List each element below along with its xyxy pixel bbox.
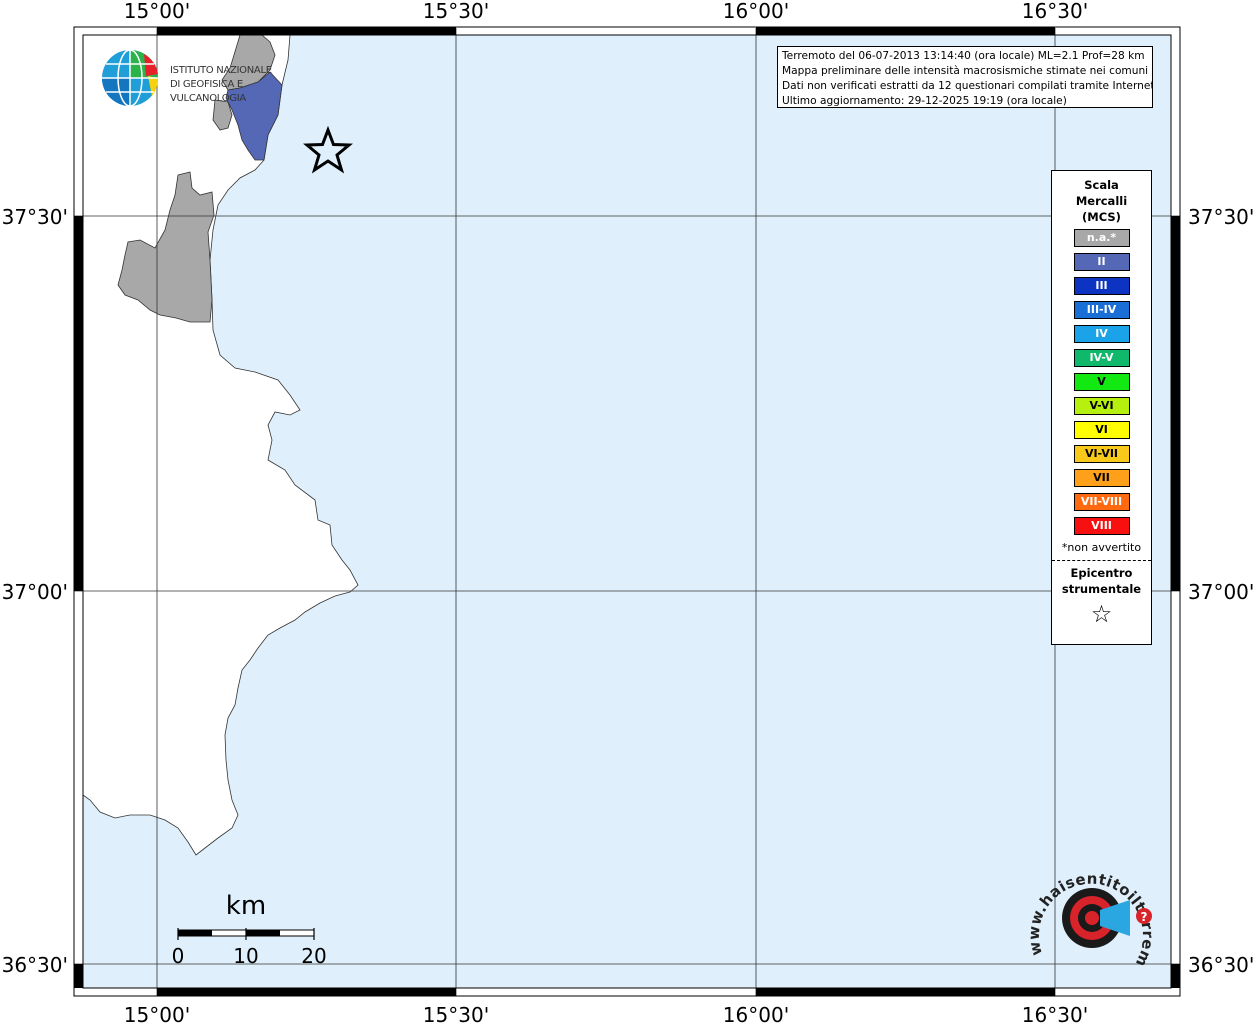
lat-label-right: 37°00' xyxy=(1188,580,1254,604)
legend-title-line: Mercalli xyxy=(1075,194,1128,208)
legend-note: *non avvertito xyxy=(1061,541,1142,554)
legend-intensity-item: III xyxy=(1073,277,1130,295)
lat-label-left: 36°30' xyxy=(2,953,68,977)
ingv-logo-line2: DI GEOFISICA E VULCANOLOGIA xyxy=(170,79,246,104)
lat-label-left: 37°30' xyxy=(2,205,68,229)
scale-bar-tick: 10 xyxy=(233,944,258,968)
hst-logo: www.haisentitoilterremoto.it ? xyxy=(1025,844,1158,978)
event-info-line: Dati non verificati estratti da 12 quest… xyxy=(782,80,1153,92)
lat-label-right: 37°30' xyxy=(1188,205,1254,229)
event-info-line: Mappa preliminare delle intensità macros… xyxy=(782,65,1149,77)
scale-bar-unit: km xyxy=(226,891,266,921)
lon-label-bottom: 15°00' xyxy=(124,1003,190,1024)
globe-icon xyxy=(102,49,159,107)
lon-label-top: 15°00' xyxy=(124,0,190,23)
event-info-line: Terremoto del 06-07-2013 13:14:40 (ora l… xyxy=(782,50,1145,62)
legend-intensity-item: II xyxy=(1073,253,1130,271)
lon-label-bottom: 15°30' xyxy=(423,1003,489,1024)
lat-label-right: 36°30' xyxy=(1188,953,1254,977)
legend-epicenter-line: strumentale xyxy=(1061,582,1142,596)
legend-intensity-item: VI-VII xyxy=(1073,445,1130,463)
event-info-line: Ultimo aggiornamento: 29-12-2025 19:19 (… xyxy=(782,95,1067,107)
legend-intensity-item: IV xyxy=(1073,325,1130,343)
lon-label-bottom: 16°30' xyxy=(1022,1003,1088,1024)
ingv-logo-line1: ISTITUTO NAZIONALE xyxy=(170,65,272,76)
legend-divider xyxy=(1052,560,1151,561)
ingv-logo: ISTITUTO NAZIONALE DI GEOFISICA E VULCAN… xyxy=(100,46,315,110)
scale-bar-tick: 0 xyxy=(172,944,185,968)
legend-intensity-item: VI xyxy=(1073,421,1130,439)
svg-text:?: ? xyxy=(1141,910,1148,924)
legend-title-line: (MCS) xyxy=(1082,210,1121,224)
legend-epicenter-line: Epicentro xyxy=(1070,566,1133,580)
lat-label-left: 37°00' xyxy=(2,580,68,604)
legend-intensity-item: VII-VIII xyxy=(1073,493,1130,511)
legend-intensity-item: III-IV xyxy=(1073,301,1130,319)
legend-intensity-item: VII xyxy=(1073,469,1130,487)
lon-label-top: 15°30' xyxy=(423,0,489,23)
legend-intensity-item: IV-V xyxy=(1073,349,1130,367)
scale-bar-tick: 20 xyxy=(301,944,326,968)
legend-title-line: Scala xyxy=(1084,178,1119,192)
legend-items: n.a.* II III III-IV IV IV-V V V-VI VI VI-VII VII VI… xyxy=(1052,229,1151,535)
legend-intensity-item: VIII xyxy=(1073,517,1130,535)
lon-label-top: 16°00' xyxy=(723,0,789,23)
legend-intensity-item: V-VI xyxy=(1073,397,1130,415)
event-info-box: Terremoto del 06-07-2013 13:14:40 (ora l… xyxy=(777,46,1153,108)
legend-intensity-item: V xyxy=(1073,373,1130,391)
legend-epicenter-label: Epicentro strumentale xyxy=(1052,565,1151,597)
mcs-legend: Scala Mercalli (MCS) n.a.* II III III-IV IV I… xyxy=(1051,170,1152,645)
legend-star-icon: ☆ xyxy=(1090,600,1113,628)
lon-label-top: 16°30' xyxy=(1022,0,1088,23)
legend-title: Scala Mercalli (MCS) xyxy=(1052,177,1151,225)
lon-label-bottom: 16°00' xyxy=(723,1003,789,1024)
legend-intensity-item: n.a.* xyxy=(1073,229,1130,247)
